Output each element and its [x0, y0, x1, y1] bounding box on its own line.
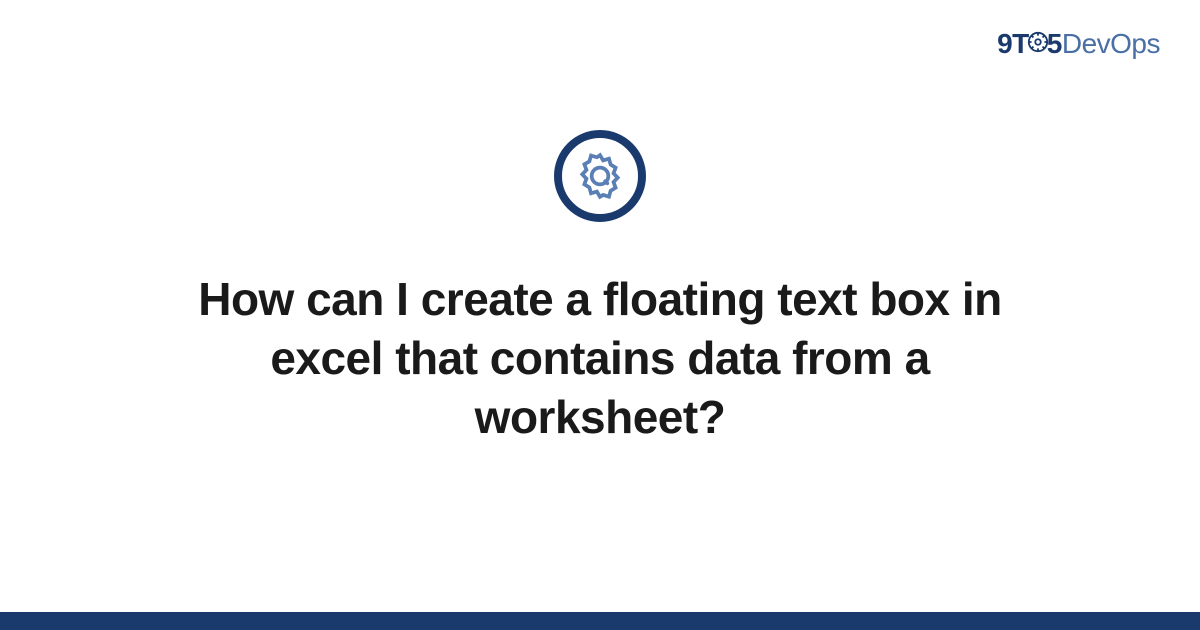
logo-text-5: 5 [1047, 28, 1062, 59]
logo-text-devops: DevOps [1062, 28, 1160, 59]
main-content: How can I create a floating text box in … [0, 130, 1200, 447]
footer-bar [0, 612, 1200, 630]
gear-icon [1027, 28, 1049, 60]
question-title: How can I create a floating text box in … [150, 270, 1050, 447]
gear-icon [575, 151, 625, 201]
logo-text-9t: 9T [997, 28, 1029, 59]
center-gear-badge [554, 130, 646, 222]
site-logo: 9T 5DevOps [997, 28, 1160, 62]
